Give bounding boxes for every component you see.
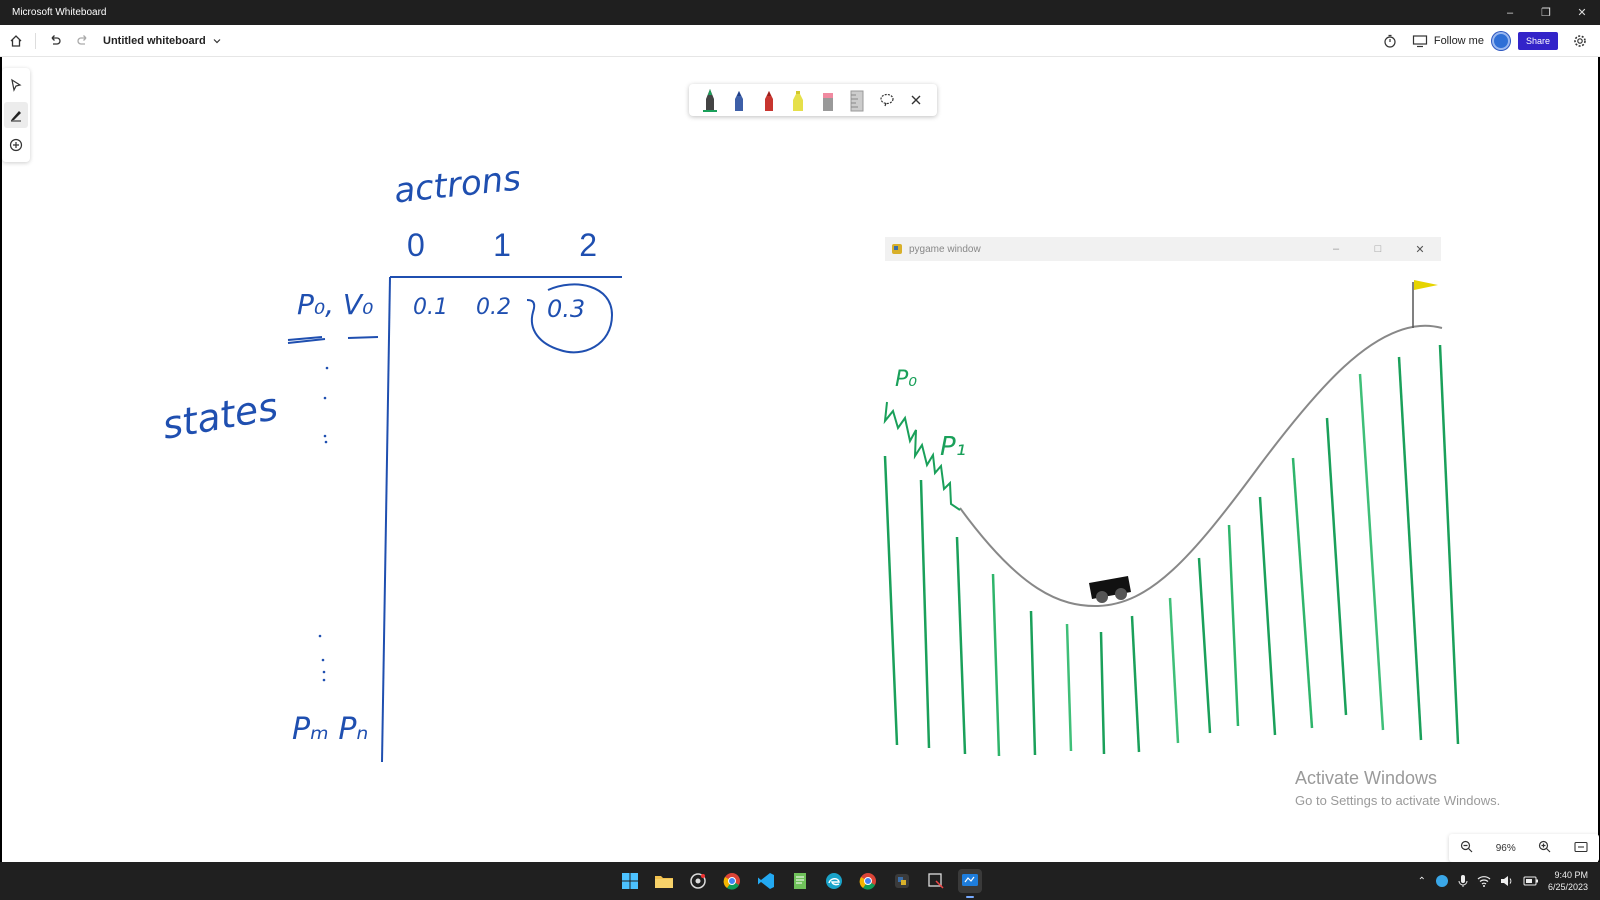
windows-taskbar: ⌃ 9:40 PM 6/25/2023 (0, 862, 1600, 900)
close-pen-tray-icon[interactable] (906, 87, 926, 113)
chrome-icon[interactable] (720, 869, 744, 893)
follow-me-label: Follow me (1433, 34, 1484, 47)
app-title: Microsoft Whiteboard (12, 7, 107, 18)
chevron-down-icon (213, 38, 221, 43)
timer-icon[interactable] (1376, 27, 1404, 55)
activation-watermark: Activate Windows Go to Settings to activ… (1295, 768, 1500, 808)
p0-label: P₀ (895, 367, 918, 392)
select-tool-button[interactable] (4, 72, 28, 98)
eraser-icon[interactable] (818, 87, 838, 113)
fit-to-screen-icon[interactable] (1574, 841, 1588, 856)
action-headers: 0 1 2 (407, 227, 597, 264)
car-icon (1089, 576, 1131, 603)
action-header-0: 0 (407, 227, 425, 263)
plus-circle-icon (9, 138, 23, 152)
notepad-icon[interactable] (788, 869, 812, 893)
zoom-in-icon[interactable] (1538, 840, 1551, 856)
chevron-up-icon[interactable]: ⌃ (1418, 876, 1426, 887)
q-values-row: 0.1 0.2 0.3 (413, 295, 585, 323)
screen-share-icon (1412, 34, 1427, 47)
ink-tool-button[interactable] (4, 102, 28, 128)
python-app-icon[interactable] (890, 869, 914, 893)
lasso-icon[interactable] (877, 87, 897, 113)
follow-me-button[interactable]: Follow me (1412, 34, 1484, 48)
microphone-icon[interactable] (1458, 874, 1468, 888)
battery-icon[interactable] (1523, 876, 1539, 886)
q-value-1: 0.2 (476, 295, 511, 320)
start-windows-icon[interactable] (618, 869, 642, 893)
pygame-window-titlebar[interactable]: pygame window – □ ✕ (885, 237, 1441, 261)
tool-rail (2, 68, 30, 162)
ruler-icon[interactable] (847, 87, 867, 113)
q-value-2: 0.3 (547, 295, 586, 323)
whiteboard-app-icon[interactable] (958, 869, 982, 898)
volume-icon[interactable] (1500, 875, 1514, 887)
avatar[interactable] (1491, 31, 1510, 50)
highlighter-icon[interactable] (788, 87, 808, 113)
flag-icon (1414, 280, 1438, 290)
python-icon (892, 244, 902, 254)
home-icon[interactable] (2, 27, 30, 55)
red-pen-icon[interactable] (759, 87, 779, 113)
add-button[interactable] (4, 132, 28, 158)
whiteboard-canvas[interactable]: actrons 0 1 2 P₀, V₀ 0.1 0.2 0.3 states … (2, 57, 1598, 862)
mountain-stripes (883, 344, 1460, 757)
vscode-icon[interactable] (754, 869, 778, 893)
clock[interactable]: 9:40 PM 6/25/2023 (1548, 869, 1588, 893)
clock-time: 9:40 PM (1554, 870, 1588, 880)
snipping-tool-icon[interactable] (924, 869, 948, 893)
ink-layer (287, 276, 1460, 763)
zoom-level: 96% (1495, 842, 1516, 854)
pen-icon (11, 111, 21, 122)
undo-icon[interactable] (41, 27, 69, 55)
window-titlebar: Microsoft Whiteboard – ❐ ✕ (0, 0, 1600, 25)
watermark-subtitle: Go to Settings to activate Windows. (1295, 793, 1501, 808)
pen-tray (689, 84, 937, 116)
taskbar-apps (618, 862, 982, 900)
toolbar-divider (35, 32, 36, 49)
zoom-out-icon[interactable] (1460, 840, 1473, 856)
settings-gear-icon[interactable] (1566, 27, 1594, 55)
zoom-controls: 96% (1449, 834, 1599, 862)
chrome-profile-icon[interactable] (856, 869, 880, 893)
green-pen-icon[interactable] (700, 87, 720, 113)
board-title-dropdown[interactable]: Untitled whiteboard (103, 35, 222, 47)
pygame-close-icon[interactable]: ✕ (1399, 243, 1441, 256)
clock-date: 6/25/2023 (1547, 882, 1588, 892)
mountain-curve (959, 324, 1443, 608)
last-row-label: Pₘ Pₙ (292, 712, 369, 747)
board-title: Untitled whiteboard (103, 34, 206, 47)
minimize-icon[interactable]: – (1492, 0, 1528, 25)
action-header-1: 1 (493, 227, 511, 263)
tray-app-icon[interactable] (1435, 874, 1449, 888)
chrome-alt-icon[interactable] (686, 869, 710, 893)
file-explorer-icon[interactable] (652, 869, 676, 893)
blue-pen-icon[interactable] (729, 87, 749, 113)
ellipsis-dots (318, 366, 329, 682)
action-header-2: 2 (579, 227, 597, 263)
share-button[interactable]: Share (1517, 31, 1558, 50)
pygame-maximize-icon[interactable]: □ (1357, 243, 1399, 256)
edge-icon[interactable] (822, 869, 846, 893)
table-left-line (381, 276, 391, 763)
close-icon[interactable]: ✕ (1564, 0, 1600, 25)
q-value-0: 0.1 (413, 295, 448, 320)
state-row-label: P₀, V₀ (297, 288, 374, 321)
watermark-title: Activate Windows (1295, 768, 1438, 788)
p1-label: P₁ (940, 432, 967, 462)
wifi-icon[interactable] (1477, 875, 1491, 887)
pygame-window-title: pygame window (909, 243, 981, 255)
cursor-icon (11, 78, 22, 92)
system-tray: ⌃ 9:40 PM 6/25/2023 (1418, 862, 1588, 900)
app-toolbar: Untitled whiteboard Follow me Share (0, 25, 1600, 57)
underline-strokes (287, 336, 379, 344)
restore-icon[interactable]: ❐ (1528, 0, 1564, 25)
pygame-minimize-icon[interactable]: – (1315, 243, 1357, 256)
redo-icon[interactable] (69, 27, 97, 55)
